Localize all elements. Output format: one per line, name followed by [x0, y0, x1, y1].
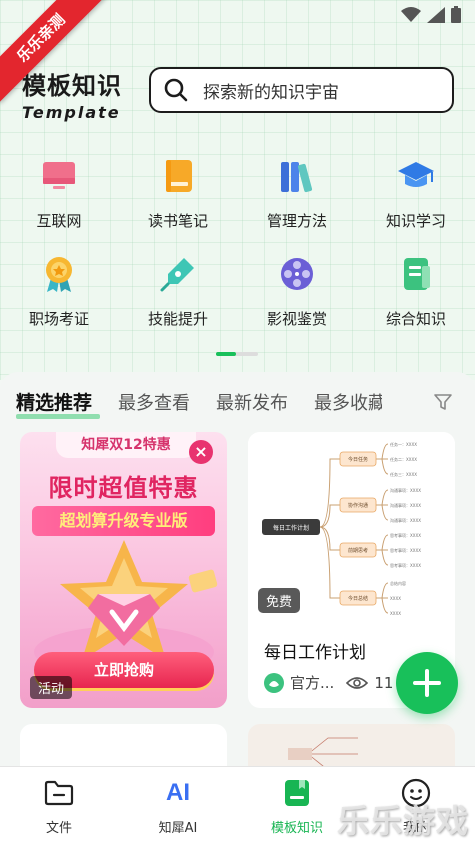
- mindmap-branch: 前期思考: [348, 547, 368, 554]
- ai-icon: AI: [133, 777, 223, 809]
- promo-subtitle: 超划算升级专业版: [32, 506, 215, 536]
- nav-label: 知犀AI: [158, 821, 198, 836]
- mindmap-leaf: 任务一：XXXX: [390, 441, 417, 447]
- watermark: 乐乐游戏: [336, 802, 469, 840]
- nav-templates[interactable]: 模板知识: [252, 777, 342, 836]
- search-placeholder: 探索新的知识宇宙: [203, 82, 339, 103]
- mindmap-thumbnail: 每日工作计划 今日任务 协作沟通 前期思考 今日总结 任务一：XXXX 任务二：…: [248, 432, 455, 622]
- template-title: 每日工作计划: [264, 643, 366, 663]
- category-reading-notes[interactable]: 读书笔记: [119, 156, 237, 231]
- folder-icon: [14, 777, 104, 809]
- nav-files[interactable]: 文件: [14, 777, 104, 836]
- category-pager: [216, 352, 258, 356]
- category-label: 职场考证: [28, 310, 89, 328]
- activity-tag: 活动: [30, 676, 73, 699]
- promo-card[interactable]: 知犀双12特惠 × 限时超值特惠 超划算升级专业版 立即抢购 活动: [20, 432, 227, 708]
- category-film[interactable]: 影视鉴赏: [238, 254, 356, 329]
- book-icon: [158, 156, 198, 196]
- mindmap-leaf: XXXX: [390, 596, 401, 601]
- category-learning[interactable]: 知识学习: [357, 156, 475, 231]
- filter-button[interactable]: [433, 392, 453, 416]
- category-label: 管理方法: [266, 212, 327, 230]
- mindmap-leaf: 总结内容: [390, 580, 406, 586]
- mindmap-branch: 今日总结: [348, 595, 368, 602]
- wifi-icon: [401, 6, 421, 22]
- plus-icon: [413, 669, 441, 697]
- mindmap-root: 每日工作计划: [273, 524, 309, 532]
- mindmap-leaf: 沟通事项：XXXX: [390, 487, 421, 493]
- brand-subtitle: Template: [22, 103, 121, 122]
- author-avatar-icon: [264, 672, 284, 693]
- monitor-icon: [39, 156, 79, 196]
- category-label: 读书笔记: [147, 212, 208, 230]
- pager-active-dot: [216, 352, 236, 356]
- category-label: 综合知识: [385, 310, 446, 328]
- binders-icon: [277, 156, 317, 196]
- view-count: 11: [374, 673, 394, 692]
- filter-icon: [434, 394, 452, 410]
- category-skills[interactable]: 技能提升: [119, 254, 237, 329]
- brand-title: 模板知识: [22, 72, 122, 100]
- tab-featured[interactable]: 精选推荐: [16, 388, 101, 419]
- promo-badge: 知犀双12特惠: [56, 432, 196, 458]
- ai-icon-text: AI: [166, 779, 190, 806]
- nav-label: 文件: [45, 821, 72, 836]
- film-reel-icon: [277, 254, 317, 294]
- medal-icon: [39, 254, 79, 294]
- promo-title: 限时超值特惠: [48, 474, 199, 502]
- category-label: 知识学习: [385, 212, 446, 230]
- close-icon[interactable]: ×: [189, 440, 213, 464]
- search-input[interactable]: 探索新的知识宇宙: [149, 67, 454, 113]
- category-general[interactable]: 综合知识: [357, 254, 475, 329]
- document-icon: [396, 254, 436, 294]
- mindmap-leaf: 沟通事项：XXXX: [390, 502, 421, 508]
- mindmap-branch: 协作沟通: [348, 502, 368, 509]
- pen-nib-icon: [158, 254, 198, 294]
- category-internet[interactable]: 互联网: [0, 156, 118, 231]
- category-label: 技能提升: [147, 310, 208, 328]
- category-label: 影视鉴赏: [266, 310, 327, 328]
- mindmap-branch: 今日任务: [348, 456, 368, 463]
- template-book-icon: [252, 777, 342, 809]
- mindmap-leaf: 思考事项：XXXX: [390, 562, 421, 568]
- graduation-cap-icon: [396, 156, 436, 196]
- tab-most-viewed[interactable]: 最多查看: [118, 389, 190, 415]
- category-label: 互联网: [36, 212, 82, 230]
- brand-logo: 模板知识 Template: [22, 66, 122, 122]
- category-management[interactable]: 管理方法: [238, 156, 356, 231]
- tab-latest[interactable]: 最新发布: [216, 389, 288, 415]
- mindmap-leaf: XXXX: [390, 611, 401, 616]
- mindmap-leaf: 沟通事项：XXXX: [390, 517, 421, 523]
- search-icon: [164, 78, 188, 102]
- author-name: 官方...: [290, 674, 335, 692]
- signal-icon: [427, 6, 445, 23]
- free-tag: 免费: [258, 588, 301, 613]
- nav-ai[interactable]: AI 知犀AI: [133, 777, 223, 836]
- template-meta: 官方... 11: [264, 672, 393, 693]
- filter-tabs: 精选推荐 最多查看 最新发布 最多收藏: [16, 388, 382, 419]
- mindmap-leaf: 思考事项：XXXX: [390, 547, 421, 553]
- mindmap-leaf: 任务二：XXXX: [390, 456, 417, 462]
- battery-icon: [451, 6, 461, 23]
- add-button[interactable]: [396, 652, 458, 714]
- mindmap-leaf: 思考事项：XXXX: [390, 532, 421, 538]
- category-certification[interactable]: 职场考证: [0, 254, 118, 329]
- mindmap-leaf: 任务三：XXXX: [390, 471, 417, 477]
- eye-icon: [346, 676, 369, 689]
- nav-label: 模板知识: [270, 821, 323, 836]
- tab-most-favorited[interactable]: 最多收藏: [314, 389, 382, 415]
